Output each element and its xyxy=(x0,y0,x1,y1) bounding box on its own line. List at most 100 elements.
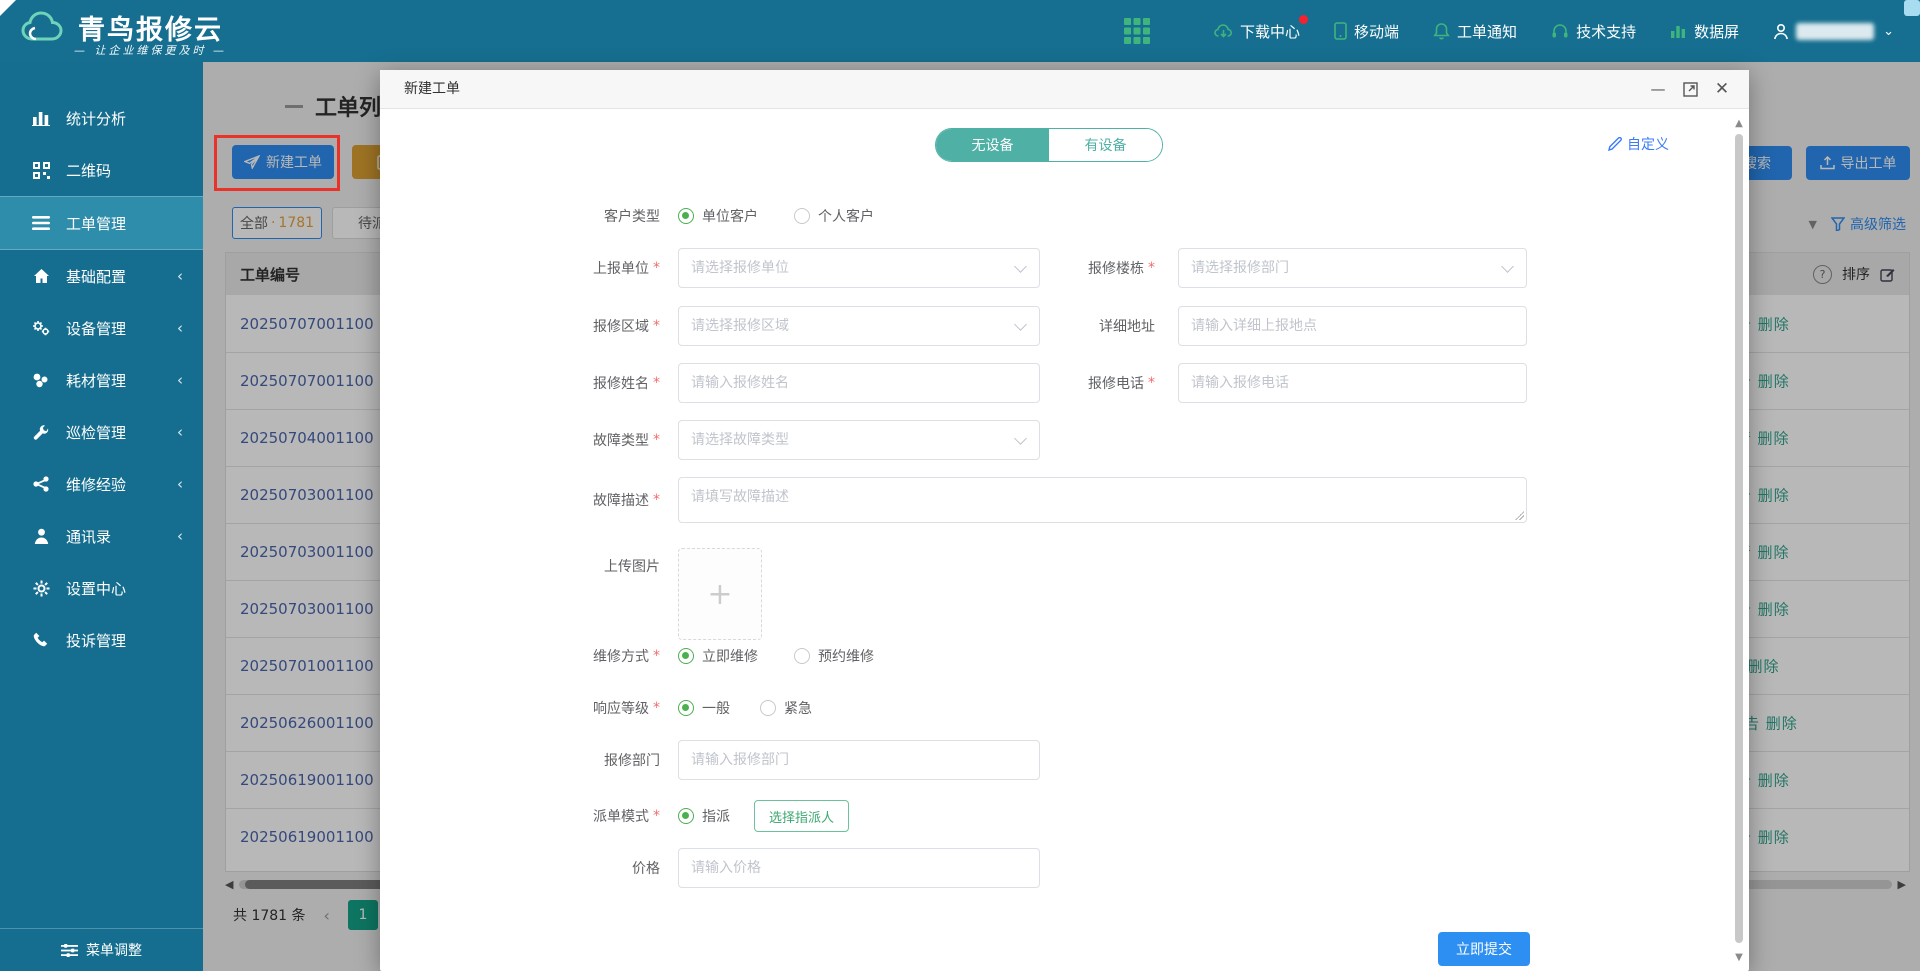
notification-badge xyxy=(1299,15,1308,24)
user-menu[interactable]: ⌄ xyxy=(1773,23,1894,40)
reporter-name-input[interactable] xyxy=(678,363,1040,403)
minimize-button[interactable]: — xyxy=(1648,79,1668,99)
customize-link[interactable]: 自定义 xyxy=(1608,134,1669,154)
reporter-phone-input[interactable] xyxy=(1178,363,1527,403)
address-input[interactable] xyxy=(1178,306,1527,346)
radio-label: 立即维修 xyxy=(702,646,758,666)
field-label: 故障描述* xyxy=(520,477,660,523)
form-row-unit-building: 上报单位* 请选择报修单位 报修楼栋* 请选择报修部门 xyxy=(380,248,1749,288)
scroll-down-icon[interactable]: ▼ xyxy=(1733,952,1745,963)
sidebar-item-label: 基础配置 xyxy=(66,266,126,287)
form-row-fault-desc: 故障描述* xyxy=(380,477,1749,523)
modal-scrollbar-thumb[interactable] xyxy=(1735,134,1743,943)
person-icon xyxy=(30,528,52,544)
chevron-down-icon: ⌄ xyxy=(1883,24,1894,39)
sidebar-item-label: 统计分析 xyxy=(66,108,126,129)
required-mark: * xyxy=(1148,260,1155,276)
nav-download-center[interactable]: 下载中心 xyxy=(1214,21,1300,42)
required-mark: * xyxy=(653,432,660,448)
header-nav: 下载中心 移动端 工单通知 技术支持 数据屏 xyxy=(1214,21,1894,42)
maximize-button[interactable] xyxy=(1680,79,1700,99)
department-input[interactable] xyxy=(678,740,1040,780)
pencil-icon xyxy=(1608,137,1622,151)
radio-assign[interactable]: 指派 xyxy=(678,806,730,826)
sidebar-item-contacts[interactable]: 通讯录 ‹ xyxy=(0,510,203,562)
sidebar-item-work-orders[interactable]: 工单管理 xyxy=(0,196,203,250)
close-icon[interactable]: ✕ xyxy=(1712,79,1732,99)
mobile-icon xyxy=(1334,22,1347,40)
form-row-department: 报修部门 xyxy=(380,740,1749,780)
radio-unit-customer[interactable]: 单位客户 xyxy=(678,206,758,226)
field-label: 上报单位* xyxy=(520,248,660,288)
sidebar-menu-adjust[interactable]: 菜单调整 xyxy=(0,928,203,971)
sidebar-item-basic-config[interactable]: 基础配置 ‹ xyxy=(0,250,203,302)
radio-label: 一般 xyxy=(702,698,730,718)
fault-desc-textarea[interactable] xyxy=(678,477,1527,523)
select-placeholder: 请选择故障类型 xyxy=(691,421,789,459)
submit-button[interactable]: 立即提交 xyxy=(1438,932,1530,966)
sidebar-item-device-mgmt[interactable]: 设备管理 ‹ xyxy=(0,302,203,354)
nav-order-notice[interactable]: 工单通知 xyxy=(1433,21,1517,42)
share-icon xyxy=(30,476,52,492)
required-mark: * xyxy=(653,808,660,824)
sidebar-item-settings-center[interactable]: 设置中心 xyxy=(0,562,203,614)
nav-data-screen[interactable]: 数据屏 xyxy=(1670,21,1739,42)
chevron-left-icon: ‹ xyxy=(177,371,183,389)
user-icon xyxy=(1773,23,1789,40)
form-row-upload: 上传图片 + xyxy=(380,548,1749,638)
nav-tech-support[interactable]: 技术支持 xyxy=(1551,21,1636,42)
nav-label: 下载中心 xyxy=(1240,21,1300,42)
sidebar-item-label: 投诉管理 xyxy=(66,630,126,651)
modal-header: 新建工单 — ✕ xyxy=(380,70,1749,109)
form-row-area-address: 报修区域* 请选择报修区域 详细地址 xyxy=(380,306,1749,346)
red-annotation-box xyxy=(214,135,340,191)
toggle-no-device[interactable]: 无设备 xyxy=(936,129,1049,161)
chevron-down-icon xyxy=(1501,260,1514,273)
upload-image-button[interactable]: + xyxy=(678,548,762,640)
modal-scrollbar[interactable]: ▲ ▼ xyxy=(1733,118,1745,963)
customize-label: 自定义 xyxy=(1627,134,1669,154)
choose-assignee-button[interactable]: 选择指派人 xyxy=(754,800,849,832)
gears-icon xyxy=(30,320,52,336)
scroll-up-icon[interactable]: ▲ xyxy=(1733,118,1745,129)
sidebar-item-statistics[interactable]: 统计分析 xyxy=(0,92,203,144)
resize-handle[interactable] xyxy=(1515,511,1524,520)
form-row-repair-mode: 维修方式* 立即维修 预约维修 xyxy=(380,636,1749,676)
field-label: 报修姓名* xyxy=(520,363,660,403)
field-label: 报修部门 xyxy=(520,740,660,780)
gear-icon xyxy=(30,580,52,597)
chevron-down-icon xyxy=(1014,432,1027,445)
sidebar-item-qrcode[interactable]: 二维码 xyxy=(0,144,203,196)
sidebar-item-materials[interactable]: 耗材管理 ‹ xyxy=(0,354,203,406)
brand-tagline: — 让企业维保更及时 — xyxy=(74,42,227,58)
report-unit-select[interactable]: 请选择报修单位 xyxy=(678,248,1040,288)
field-label: 派单模式* xyxy=(520,796,660,836)
radio-priority-urgent[interactable]: 紧急 xyxy=(760,698,812,718)
nav-mobile[interactable]: 移动端 xyxy=(1334,21,1399,42)
cloud-logo-icon xyxy=(20,9,66,49)
toggle-with-device[interactable]: 有设备 xyxy=(1049,129,1162,161)
sidebar-item-inspection[interactable]: 巡检管理 ‹ xyxy=(0,406,203,458)
device-toggle: 无设备 有设备 xyxy=(935,128,1163,162)
sidebar-menu: 统计分析 二维码 工单管理 基础配置 ‹ 设备管理 ‹ 耗材管理 ‹ 巡检管理 xyxy=(0,92,203,666)
field-label: 价格 xyxy=(520,848,660,888)
radio-immediate-repair[interactable]: 立即维修 xyxy=(678,646,758,666)
form-row-priority: 响应等级* 一般 紧急 xyxy=(380,688,1749,728)
radio-icon xyxy=(678,808,694,824)
form-row-customer-type: 客户类型 单位客户 个人客户 xyxy=(380,196,1749,236)
radio-priority-normal[interactable]: 一般 xyxy=(678,698,730,718)
radio-personal-customer[interactable]: 个人客户 xyxy=(794,206,874,226)
apps-grid-icon[interactable] xyxy=(1124,18,1150,44)
radio-icon xyxy=(794,648,810,664)
download-cloud-icon xyxy=(1214,23,1233,40)
sidebar-item-repair-experience[interactable]: 维修经验 ‹ xyxy=(0,458,203,510)
building-select[interactable]: 请选择报修部门 xyxy=(1178,248,1527,288)
radio-scheduled-repair[interactable]: 预约维修 xyxy=(794,646,874,666)
sliders-icon xyxy=(61,944,78,957)
form-row-dispatch: 派单模式* 指派 选择指派人 xyxy=(380,796,1749,836)
area-select[interactable]: 请选择报修区域 xyxy=(678,306,1040,346)
sidebar-item-complaints[interactable]: 投诉管理 xyxy=(0,614,203,666)
top-header: 青鸟报修云 — 让企业维保更及时 — 下载中心 移动端 工单通知 xyxy=(0,0,1920,62)
price-input[interactable] xyxy=(678,848,1040,888)
fault-type-select[interactable]: 请选择故障类型 xyxy=(678,420,1040,460)
